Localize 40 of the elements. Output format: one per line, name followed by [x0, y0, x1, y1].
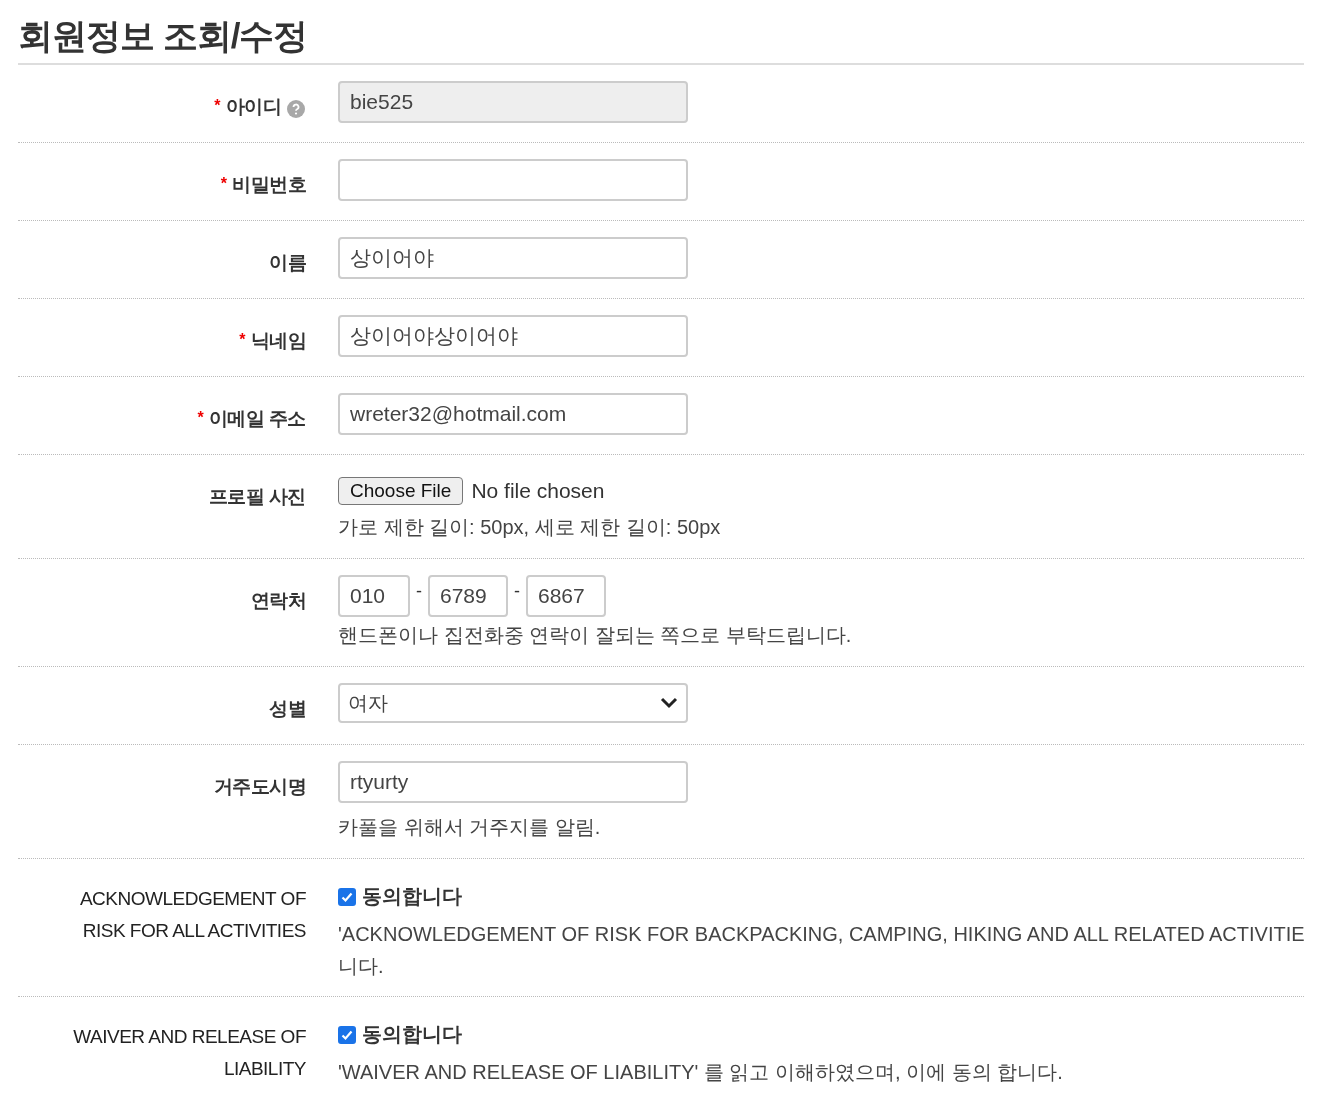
- file-status: No file chosen: [471, 479, 605, 503]
- field-label: 이메일 주소: [208, 407, 306, 431]
- field-label: 연락처: [250, 589, 306, 613]
- field-label: 이름: [269, 251, 306, 275]
- gender-select[interactable]: 여자: [338, 683, 688, 723]
- checkbox-label[interactable]: 동의합니다: [362, 1021, 462, 1048]
- required-mark: *: [239, 330, 246, 350]
- field-label: 비밀번호: [232, 173, 306, 197]
- page-title: 회원정보 조회/수정: [18, 15, 309, 57]
- field-label: 성별: [269, 697, 306, 721]
- help-text: 'ACKNOWLEDGEMENT OF RISK FOR BACKPACKING, CAMPING, HIKING AND ALL RELATED ACTIVITIE: [338, 922, 1304, 947]
- help-text: 가로 제한 길이: 50px, 세로 제한 길이: 50px: [338, 515, 722, 540]
- separator: -: [415, 580, 423, 603]
- field-label: 닉네임: [250, 329, 306, 353]
- input-field[interactable]: 상이어야: [338, 237, 688, 279]
- field-label: 거주도시명: [213, 775, 306, 799]
- phone-field[interactable]: 6867: [526, 575, 606, 617]
- help-text: 핸드폰이나 집전화중 연락이 잘되는 쪽으로 부탁드립니다.: [338, 623, 853, 648]
- help-text: 'WAIVER AND RELEASE OF LIABILITY' 를 읽고 이해하였으며, 이에 동의 합니다.: [338, 1060, 1064, 1085]
- choose-file-button[interactable]: Choose File: [338, 477, 464, 505]
- required-mark: *: [197, 408, 204, 428]
- checkbox[interactable]: [338, 887, 356, 906]
- checkbox-label[interactable]: 동의합니다: [362, 883, 462, 910]
- field-label: WAIVER AND RELEASE OF LIABILITY: [72, 1025, 306, 1081]
- required-mark: *: [220, 174, 227, 194]
- phone-field[interactable]: 010: [338, 575, 410, 617]
- checkbox[interactable]: [338, 1025, 356, 1044]
- field-label: 프로필 사진: [208, 485, 306, 509]
- input-field[interactable]: wreter32@hotmail.com: [338, 393, 688, 435]
- input-field[interactable]: 상이어야상이어야: [338, 315, 688, 357]
- input-field[interactable]: [338, 159, 688, 201]
- phone-field[interactable]: 6789: [428, 575, 508, 617]
- input-field[interactable]: rtyurty: [338, 761, 688, 803]
- field-label: ACKNOWLEDGEMENT OF RISK FOR ALL ACTIVITIES: [78, 887, 306, 943]
- chevron-down-icon: [660, 697, 678, 709]
- field-label: 아이디: [225, 95, 281, 119]
- help-text: 니다.: [338, 954, 385, 979]
- separator: -: [513, 580, 521, 603]
- help-text: 카풀을 위해서 거주지를 알림.: [338, 815, 602, 840]
- required-mark: *: [214, 96, 221, 116]
